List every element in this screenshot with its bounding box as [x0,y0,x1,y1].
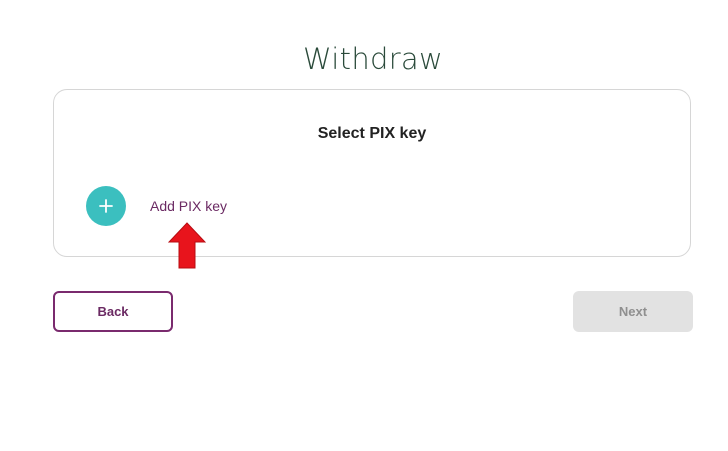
back-button[interactable]: Back [53,291,173,332]
red-arrow-up-icon [167,222,207,270]
next-button[interactable]: Next [573,291,693,332]
add-pix-key-label[interactable]: Add PIX key [150,198,227,214]
withdraw-page: Withdraw Select PIX key Add PIX key Back… [0,0,728,451]
card-title: Select PIX key [317,125,427,142]
plus-icon[interactable] [86,186,126,226]
add-pix-key-button[interactable]: Add PIX key [86,186,227,226]
page-title: Withdraw [302,42,444,76]
pix-key-card: Select PIX key Add PIX key [53,89,691,257]
